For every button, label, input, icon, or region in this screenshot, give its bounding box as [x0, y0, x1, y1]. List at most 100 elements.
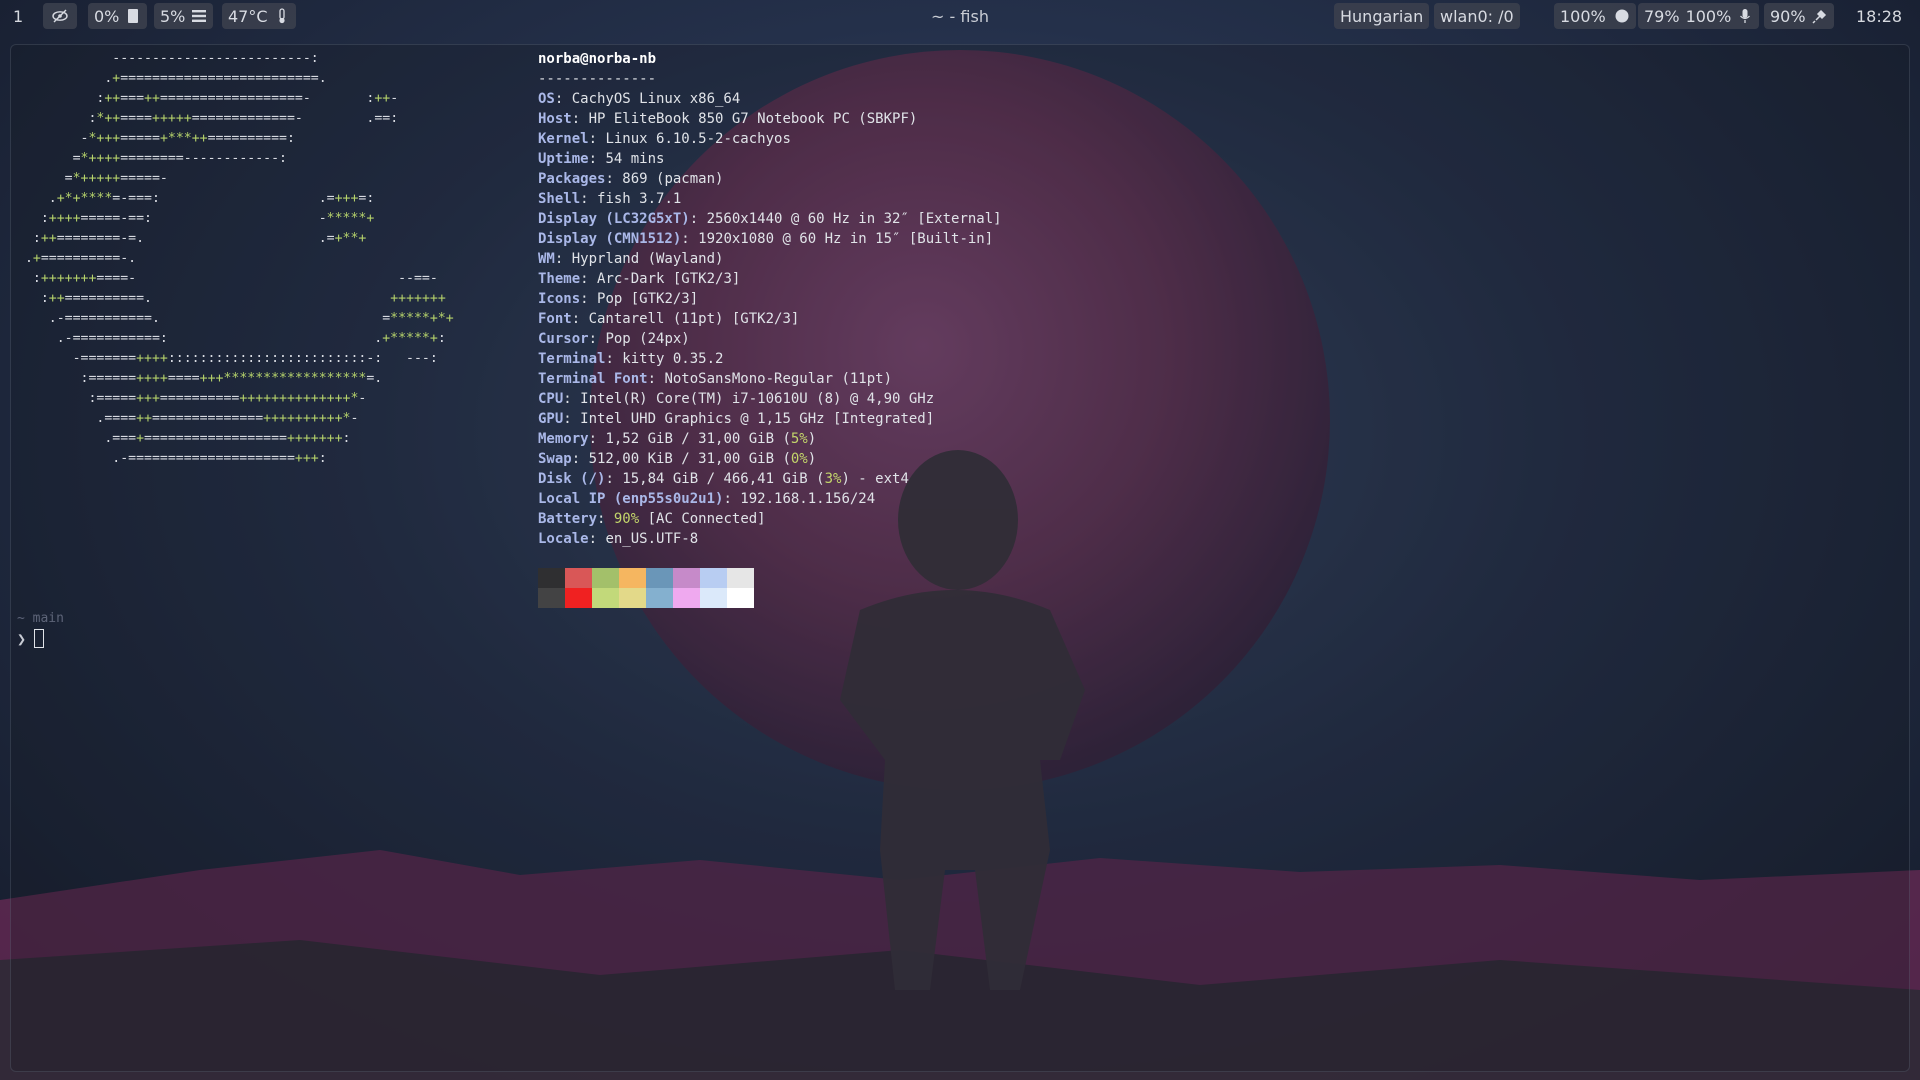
logo-line: =*+++++=====-	[17, 171, 168, 186]
info-value: Pop [GTK2/3]	[597, 291, 699, 307]
palette-swatch	[538, 588, 565, 608]
info-row: Shell: fish 3.7.1	[538, 191, 682, 207]
cachyos-ascii-logo: -------------------------: .+===========…	[17, 49, 454, 469]
brightness-value: 100%	[1560, 6, 1606, 26]
logo-line: .-===========: .+*****+:	[17, 331, 446, 346]
info-row: GPU: Intel UHD Graphics @ 1,15 GHz [Inte…	[538, 411, 935, 427]
info-value: CachyOS Linux x86_64	[571, 91, 741, 107]
info-value: 54 mins	[605, 151, 665, 167]
palette-swatch	[700, 588, 727, 608]
logo-line: :++==========. +++++++	[17, 291, 446, 306]
memory-suffix: )	[807, 431, 817, 447]
palette-swatch	[700, 568, 727, 588]
user-host: norba@norba-nb	[538, 51, 657, 67]
info-key: Locale	[538, 531, 589, 547]
palette-swatch	[727, 568, 754, 588]
palette-swatch	[619, 568, 646, 588]
battery-widget[interactable]: 90%	[1764, 3, 1834, 29]
logo-line: .====++==============++++++++++*-	[17, 411, 359, 426]
keyboard-layout-widget[interactable]: Hungarian	[1334, 3, 1430, 29]
color-palette	[538, 568, 754, 608]
info-key: Swap	[538, 451, 572, 467]
disk-suffix: ) - ext4	[841, 471, 909, 487]
locale-value: en_US.UTF-8	[605, 531, 699, 547]
info-row: WM: Hyprland (Wayland)	[538, 251, 724, 267]
terminal-cursor	[34, 629, 45, 648]
logo-line: .===+==================+++++++:	[17, 431, 351, 446]
info-key: Host	[538, 111, 572, 127]
info-key: Display (LC32G5xT)	[538, 211, 690, 227]
memory-percent: 5%	[790, 431, 808, 447]
palette-swatch	[673, 568, 700, 588]
info-key: Battery	[538, 511, 598, 527]
info-value: 1920x1080 @ 60 Hz in 15″ [Built-in]	[698, 231, 994, 247]
info-row: Display (LC32G5xT): 2560x1440 @ 60 Hz in…	[538, 211, 1002, 227]
info-row: Terminal: kitty 0.35.2	[538, 351, 724, 367]
separator-line: --------------	[538, 71, 657, 87]
brightness-icon	[1615, 9, 1629, 23]
info-key: Kernel	[538, 131, 589, 147]
logo-line: :*++====+++++=============- .==:	[17, 111, 399, 126]
info-value: fish 3.7.1	[597, 191, 682, 207]
palette-swatch	[592, 568, 619, 588]
fastfetch-info: norba@norba-nb -------------- OS: CachyO…	[538, 49, 1002, 549]
clock[interactable]: 18:28	[1856, 7, 1902, 26]
palette-swatch	[727, 588, 754, 608]
palette-swatch	[646, 568, 673, 588]
logo-line: :+++++++====- --==-	[17, 271, 438, 286]
info-value: HP EliteBook 850 G7 Notebook PC (SBKPF)	[588, 111, 918, 127]
info-key: Local IP (enp55s0u2u1)	[538, 491, 724, 507]
info-key: Uptime	[538, 151, 589, 167]
info-row: CPU: Intel(R) Core(TM) i7-10610U (8) @ 4…	[538, 391, 935, 407]
network-widget[interactable]: wlan0: /0	[1434, 3, 1520, 29]
prompt-git-branch: ~ main	[17, 611, 64, 626]
locale-row: Locale: en_US.UTF-8	[538, 531, 699, 547]
palette-swatch	[592, 588, 619, 608]
logo-line: .-=====================+++:	[17, 451, 327, 466]
palette-swatch	[646, 588, 673, 608]
swap-suffix: )	[807, 451, 817, 467]
info-row: Icons: Pop [GTK2/3]	[538, 291, 699, 307]
info-value: Arc-Dark [GTK2/3]	[597, 271, 741, 287]
info-key: Display (CMN1512)	[538, 231, 682, 247]
info-key: GPU	[538, 411, 564, 427]
brightness-widget[interactable]: 100%	[1554, 3, 1636, 29]
info-key: Terminal Font	[538, 371, 648, 387]
info-value: 2560x1440 @ 60 Hz in 32″ [External]	[706, 211, 1002, 227]
prompt-line[interactable]: ❯	[17, 629, 45, 648]
info-value: Intel(R) Core(TM) i7-10610U (8) @ 4,90 G…	[580, 391, 935, 407]
memory-row: Memory: 1,52 GiB / 31,00 GiB (5%)	[538, 431, 817, 447]
keyboard-layout: Hungarian	[1340, 6, 1424, 26]
info-value: Pop (24px)	[605, 331, 690, 347]
top-status-bar: 1 0% 5% 47°C ~ - fish Hungarian wlan0: /…	[0, 0, 1920, 34]
info-key: Terminal	[538, 351, 606, 367]
logo-line: :======++++====+++******************=.	[17, 371, 383, 386]
logo-line: -------------------------:	[17, 51, 319, 66]
local-ip-value: 192.168.1.156/24	[740, 491, 876, 507]
palette-swatch	[565, 568, 592, 588]
terminal-window[interactable]: -------------------------: .+===========…	[10, 44, 1910, 1072]
logo-line: -*+++=====+***++==========:	[17, 131, 295, 146]
info-key: CPU	[538, 391, 564, 407]
disk-percent: 3%	[824, 471, 842, 487]
audio-widget[interactable]: 79% 100%	[1638, 3, 1760, 29]
battery-status: [AC Connected]	[639, 511, 766, 527]
user-host-line: norba@norba-nb	[538, 49, 1002, 69]
battery-value: 90%	[1770, 6, 1806, 26]
info-value: Linux 6.10.5-2-cachyos	[605, 131, 791, 147]
info-key: OS	[538, 91, 555, 107]
palette-swatch	[538, 568, 565, 588]
logo-line: .-===========. =*****+*+	[17, 311, 454, 326]
volume-value: 79%	[1644, 6, 1680, 26]
info-key: Packages	[538, 171, 606, 187]
microphone-icon	[1740, 9, 1751, 23]
logo-line: :++===++==================- :++-	[17, 91, 399, 106]
info-row: Display (CMN1512): 1920x1080 @ 60 Hz in …	[538, 231, 994, 247]
logo-line: =*++++========------------:	[17, 151, 287, 166]
info-row: Theme: Arc-Dark [GTK2/3]	[538, 271, 741, 287]
battery-row: Battery: 90% [AC Connected]	[538, 511, 766, 527]
mic-value: 100%	[1685, 6, 1732, 26]
info-row: Kernel: Linux 6.10.5-2-cachyos	[538, 131, 791, 147]
info-key: Font	[538, 311, 572, 327]
info-key: Disk (/)	[538, 471, 606, 487]
